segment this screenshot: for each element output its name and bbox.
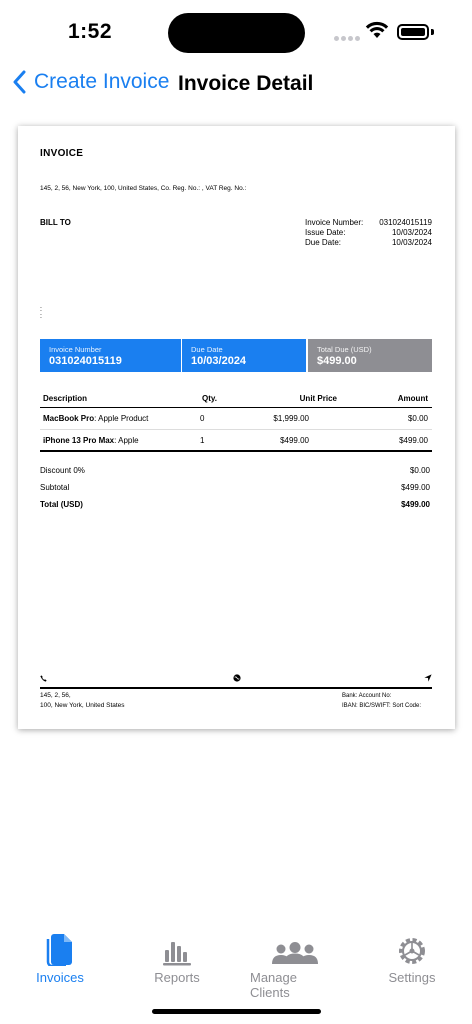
invoice-title: INVOICE xyxy=(40,148,84,159)
summary-value: 031024015119 xyxy=(49,355,122,367)
summary-total-due: Total Due (USD) $499.00 xyxy=(308,339,432,372)
tab-settings[interactable]: Settings xyxy=(388,930,436,985)
client-line: : xyxy=(40,306,42,313)
bank-line: Bank: Account No: xyxy=(342,693,392,699)
totals-section: Discount 0% $0.00 Subtotal $499.00 Total… xyxy=(40,462,432,513)
meta-value: 10/03/2024 xyxy=(391,228,432,237)
discount-row: Discount 0% $0.00 xyxy=(40,462,432,479)
item-description: MacBook Pro: Apple Product xyxy=(40,414,200,423)
battery-tip xyxy=(431,29,434,35)
invoice-summary-bar: Invoice Number 031024015119 Due Date 10/… xyxy=(40,339,432,372)
summary-label: Invoice Number xyxy=(49,345,102,354)
meta-label: Issue Date: xyxy=(305,228,346,237)
tab-bar: Invoices Reports Manage Clients Settings xyxy=(0,930,472,1000)
back-button[interactable]: Create Invoice xyxy=(12,70,169,94)
client-line: : xyxy=(40,313,42,320)
column-description: Description xyxy=(43,394,88,403)
footer-contact-icons xyxy=(40,674,432,684)
client-details-placeholder: : : xyxy=(40,306,42,320)
footer-address-line: 100, New York, United States xyxy=(40,702,125,709)
invoice-meta: Invoice Number: 031024015119 Issue Date:… xyxy=(305,218,432,248)
wifi-icon xyxy=(365,21,389,38)
item-sub: : Apple Product xyxy=(94,414,149,423)
column-amount: Amount xyxy=(397,394,428,403)
footer-divider xyxy=(40,687,432,689)
tab-label: Manage Clients xyxy=(250,970,297,1000)
meta-value: 031024015119 xyxy=(379,218,432,227)
item-sub: : Apple xyxy=(114,435,139,445)
line-items-table: Description Qty. Unit Price Amount MacBo… xyxy=(40,390,432,452)
document-icon xyxy=(46,934,72,966)
item-qty: 1 xyxy=(200,435,205,445)
summary-label: Total Due (USD) xyxy=(317,345,372,354)
meta-label: Invoice Number: xyxy=(305,218,364,227)
phone-icon xyxy=(40,675,47,682)
tab-reports[interactable]: Reports xyxy=(150,930,204,985)
status-bar: 1:52 xyxy=(0,0,472,60)
meta-label: Due Date: xyxy=(305,238,342,247)
total-label: Subtotal xyxy=(40,483,70,492)
back-button-label: Create Invoice xyxy=(34,70,170,93)
footer-bank-details: Bank: Account No: IBAN: BIC/SWIFT: Sort … xyxy=(342,691,421,711)
iban-line: IBAN: BIC/SWIFT: Sort Code: xyxy=(342,703,422,709)
meta-issue-date: Issue Date: 10/03/2024 xyxy=(305,228,432,238)
total-value: $0.00 xyxy=(409,466,430,475)
bill-to-heading: BILL TO xyxy=(40,218,71,227)
meta-value: 10/03/2024 xyxy=(391,238,432,247)
item-description: iPhone 13 Pro Max: Apple xyxy=(40,436,200,445)
item-unit-price: $1,999.00 xyxy=(273,414,309,423)
item-qty: 0 xyxy=(200,414,205,423)
summary-due-date: Due Date 10/03/2024 xyxy=(182,339,306,372)
meta-invoice-number: Invoice Number: 031024015119 xyxy=(305,218,432,228)
item-name: MacBook Pro xyxy=(43,414,95,423)
tab-label: Settings xyxy=(388,970,436,985)
company-address: 145, 2, 56, New York, 100, United States… xyxy=(40,185,247,192)
item-amount: $0.00 xyxy=(407,414,428,423)
tab-label: Invoices xyxy=(36,970,84,985)
summary-value: 10/03/2024 xyxy=(191,355,247,367)
table-header: Description Qty. Unit Price Amount xyxy=(40,390,432,408)
total-value: $499.00 xyxy=(401,500,430,509)
item-amount: $499.00 xyxy=(399,435,428,445)
gear-icon xyxy=(399,938,425,964)
globe-icon xyxy=(233,674,241,682)
cellular-signal-icon xyxy=(334,36,360,41)
column-unit-price: Unit Price xyxy=(299,394,337,403)
footer-address: 145, 2, 56, 100, New York, United States xyxy=(40,691,125,711)
footer-address-line: 145, 2, 56, xyxy=(40,692,71,699)
subtotal-row: Subtotal $499.00 xyxy=(40,479,432,496)
tab-manage-clients[interactable]: Manage Clients xyxy=(250,930,340,1000)
total-value: $499.00 xyxy=(401,483,430,492)
total-label: Discount 0% xyxy=(40,466,85,475)
navigation-bar: Create Invoice Invoice Detail xyxy=(0,62,472,106)
chart-icon xyxy=(163,942,191,966)
tab-label: Reports xyxy=(154,970,200,985)
people-icon xyxy=(272,942,318,964)
item-name: iPhone 13 Pro Max xyxy=(43,435,115,445)
summary-label: Due Date xyxy=(191,345,223,354)
battery-icon xyxy=(397,24,429,40)
table-row: MacBook Pro: Apple Product 0 $1,999.00 $… xyxy=(40,408,432,430)
location-arrow-icon xyxy=(424,674,432,682)
item-unit-price: $499.00 xyxy=(280,435,309,445)
chevron-left-icon xyxy=(13,70,26,94)
meta-due-date: Due Date: 10/03/2024 xyxy=(305,238,432,248)
total-label: Total (USD) xyxy=(40,500,83,509)
status-time: 1:52 xyxy=(68,20,113,43)
page-title: Invoice Detail xyxy=(178,72,314,95)
summary-invoice-number: Invoice Number 031024015119 xyxy=(40,339,181,372)
column-qty: Qty. xyxy=(202,394,217,403)
grand-total-row: Total (USD) $499.00 xyxy=(40,496,432,513)
invoice-document: INVOICE 145, 2, 56, New York, 100, Unite… xyxy=(18,126,455,729)
table-row: iPhone 13 Pro Max: Apple 1 $499.00 $499.… xyxy=(40,430,432,452)
summary-value: $499.00 xyxy=(317,355,357,367)
dynamic-island xyxy=(168,13,305,53)
tab-invoices[interactable]: Invoices xyxy=(34,930,86,985)
home-indicator xyxy=(152,1009,321,1014)
